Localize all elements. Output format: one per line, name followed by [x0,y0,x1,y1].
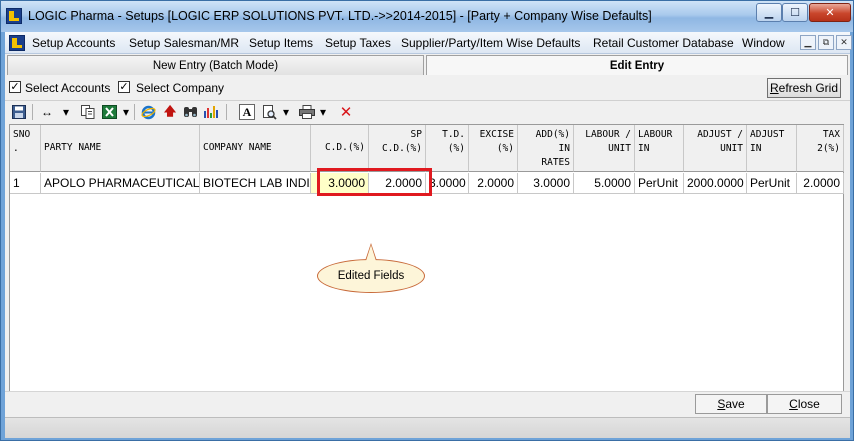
edited-fields-highlight [317,168,432,196]
cell-adjust-unit[interactable]: 2000.0000 [684,173,747,194]
cell-adjust-in[interactable]: PerUnit [747,173,797,194]
save-hotkey: S [717,397,726,411]
close-button[interactable]: Close [767,394,842,414]
print-preview-icon[interactable] [261,104,277,120]
menu-setup-items[interactable]: Setup Items [249,36,313,50]
printer-icon[interactable] [299,104,315,120]
refresh-grid-button[interactable]: Refresh Grid [767,78,841,98]
col-header-sno[interactable]: SNO . [10,125,41,172]
excel-icon[interactable] [101,104,117,120]
maximize-button[interactable]: ☐ [782,3,808,22]
options-row: ✓ Select Accounts ✓ Select Company [5,77,850,99]
col-header-party-name[interactable]: PARTY NAME [41,125,200,172]
internet-explorer-icon[interactable] [140,104,156,120]
col-header-company-name[interactable]: COMPANY NAME [200,125,311,172]
col-header-sp-cd[interactable]: SP C.D.(%) [369,125,426,172]
col-header-tax2[interactable]: TAX 2(%) [797,125,844,172]
chevron-down-icon[interactable]: ▾ [318,104,328,120]
edited-fields-callout: Edited Fields [317,259,425,293]
resize-columns-icon[interactable]: ↔ [39,104,55,120]
cell-labour-unit[interactable]: 5.0000 [574,173,635,194]
delete-icon[interactable]: ✕ [338,104,354,121]
mdi-restore-button[interactable]: ⧉ [818,35,834,50]
app-window: LOGIC Pharma - Setups [LOGIC ERP SOLUTIO… [0,0,854,441]
chevron-down-icon[interactable]: ▾ [61,104,71,120]
logic-app-icon [6,8,22,24]
mdi-document-icon[interactable] [9,35,25,51]
close-label: lose [797,397,820,411]
toolbar-separator [32,104,33,120]
tab-new-entry[interactable]: New Entry (Batch Mode) [7,55,424,75]
callout-pointer-fill [366,245,376,261]
cell-td[interactable]: 3.0000 [426,173,469,194]
col-header-adjust-in[interactable]: ADJUST IN [747,125,797,172]
cell-excise[interactable]: 2.0000 [469,173,518,194]
select-company-checkbox[interactable]: ✓ [118,81,130,93]
col-header-cd[interactable]: C.D.(%) [311,125,369,172]
chart-icon[interactable] [203,104,219,120]
menu-window[interactable]: Window [742,36,785,50]
cell-tax2[interactable]: 2.0000 [797,173,844,194]
tab-edit-entry[interactable]: Edit Entry [426,55,848,75]
save-button[interactable]: Save [695,394,767,414]
close-window-button[interactable]: ✕ [809,3,851,22]
cell-party-name[interactable]: APOLO PHARMACEUTICALS [41,173,200,194]
select-company-label[interactable]: Select Company [136,81,224,95]
binoculars-icon[interactable] [182,104,198,120]
toolbar-separator [134,104,135,120]
client-area: New Entry (Batch Mode) Edit Entry ✓ Sele… [5,54,850,438]
cell-company-name[interactable]: BIOTECH LAB INDIA [200,173,311,194]
refresh-grid-label: efresh Grid [778,81,839,95]
select-accounts-checkbox[interactable]: ✓ [9,81,21,93]
menu-setup-taxes[interactable]: Setup Taxes [325,36,391,50]
chevron-down-icon[interactable]: ▾ [281,104,291,120]
menu-setup-accounts[interactable]: Setup Accounts [32,36,115,50]
mdi-minimize-button[interactable]: ▁ [800,35,816,50]
menu-setup-salesman[interactable]: Setup Salesman/MR [129,36,239,50]
cell-labour-in[interactable]: PerUnit [635,173,684,194]
col-header-excise[interactable]: EXCISE (%) [469,125,518,172]
bottom-divider [5,391,850,392]
defaults-grid[interactable]: SNO . PARTY NAME COMPANY NAME C.D.(%) SP… [9,124,844,392]
col-header-adjust-unit[interactable]: ADJUST / UNIT [684,125,747,172]
up-arrow-icon[interactable]: 🡅 [162,104,178,120]
mdi-close-button[interactable]: ✕ [836,35,852,50]
menu-bar: Setup Accounts Setup Salesman/MR Setup I… [5,32,852,54]
menu-retail-customer[interactable]: Retail Customer Database [593,36,734,50]
close-hotkey: C [789,397,798,411]
font-icon[interactable]: A [239,104,255,120]
grid-toolbar: ↔ ▾ ▾ 🡅 A ▾ ▾ ✕ [5,100,850,122]
refresh-grid-hotkey: R [769,81,779,95]
window-title: LOGIC Pharma - Setups [LOGIC ERP SOLUTIO… [28,9,652,23]
save-grid-icon[interactable] [11,104,27,120]
save-label: ave [725,397,745,411]
status-bar [5,417,850,438]
menu-supplier-defaults[interactable]: Supplier/Party/Item Wise Defaults [401,36,580,50]
title-bar[interactable]: LOGIC Pharma - Setups [LOGIC ERP SOLUTIO… [1,1,853,32]
tab-strip: New Entry (Batch Mode) Edit Entry [5,54,850,76]
minimize-button[interactable]: ▁ [756,3,782,22]
toolbar-separator [226,104,227,120]
select-accounts-label[interactable]: Select Accounts [25,81,110,95]
col-header-labour-in[interactable]: LABOUR IN [635,125,684,172]
chevron-down-icon[interactable]: ▾ [121,104,131,120]
cell-sno[interactable]: 1 [10,173,41,194]
cell-add-in-rates[interactable]: 3.0000 [518,173,574,194]
copy-icon[interactable] [80,104,96,120]
col-header-add-in-rates[interactable]: ADD(%) IN RATES [518,125,574,172]
col-header-labour-unit[interactable]: LABOUR / UNIT [574,125,635,172]
col-header-td[interactable]: T.D. (%) [426,125,469,172]
